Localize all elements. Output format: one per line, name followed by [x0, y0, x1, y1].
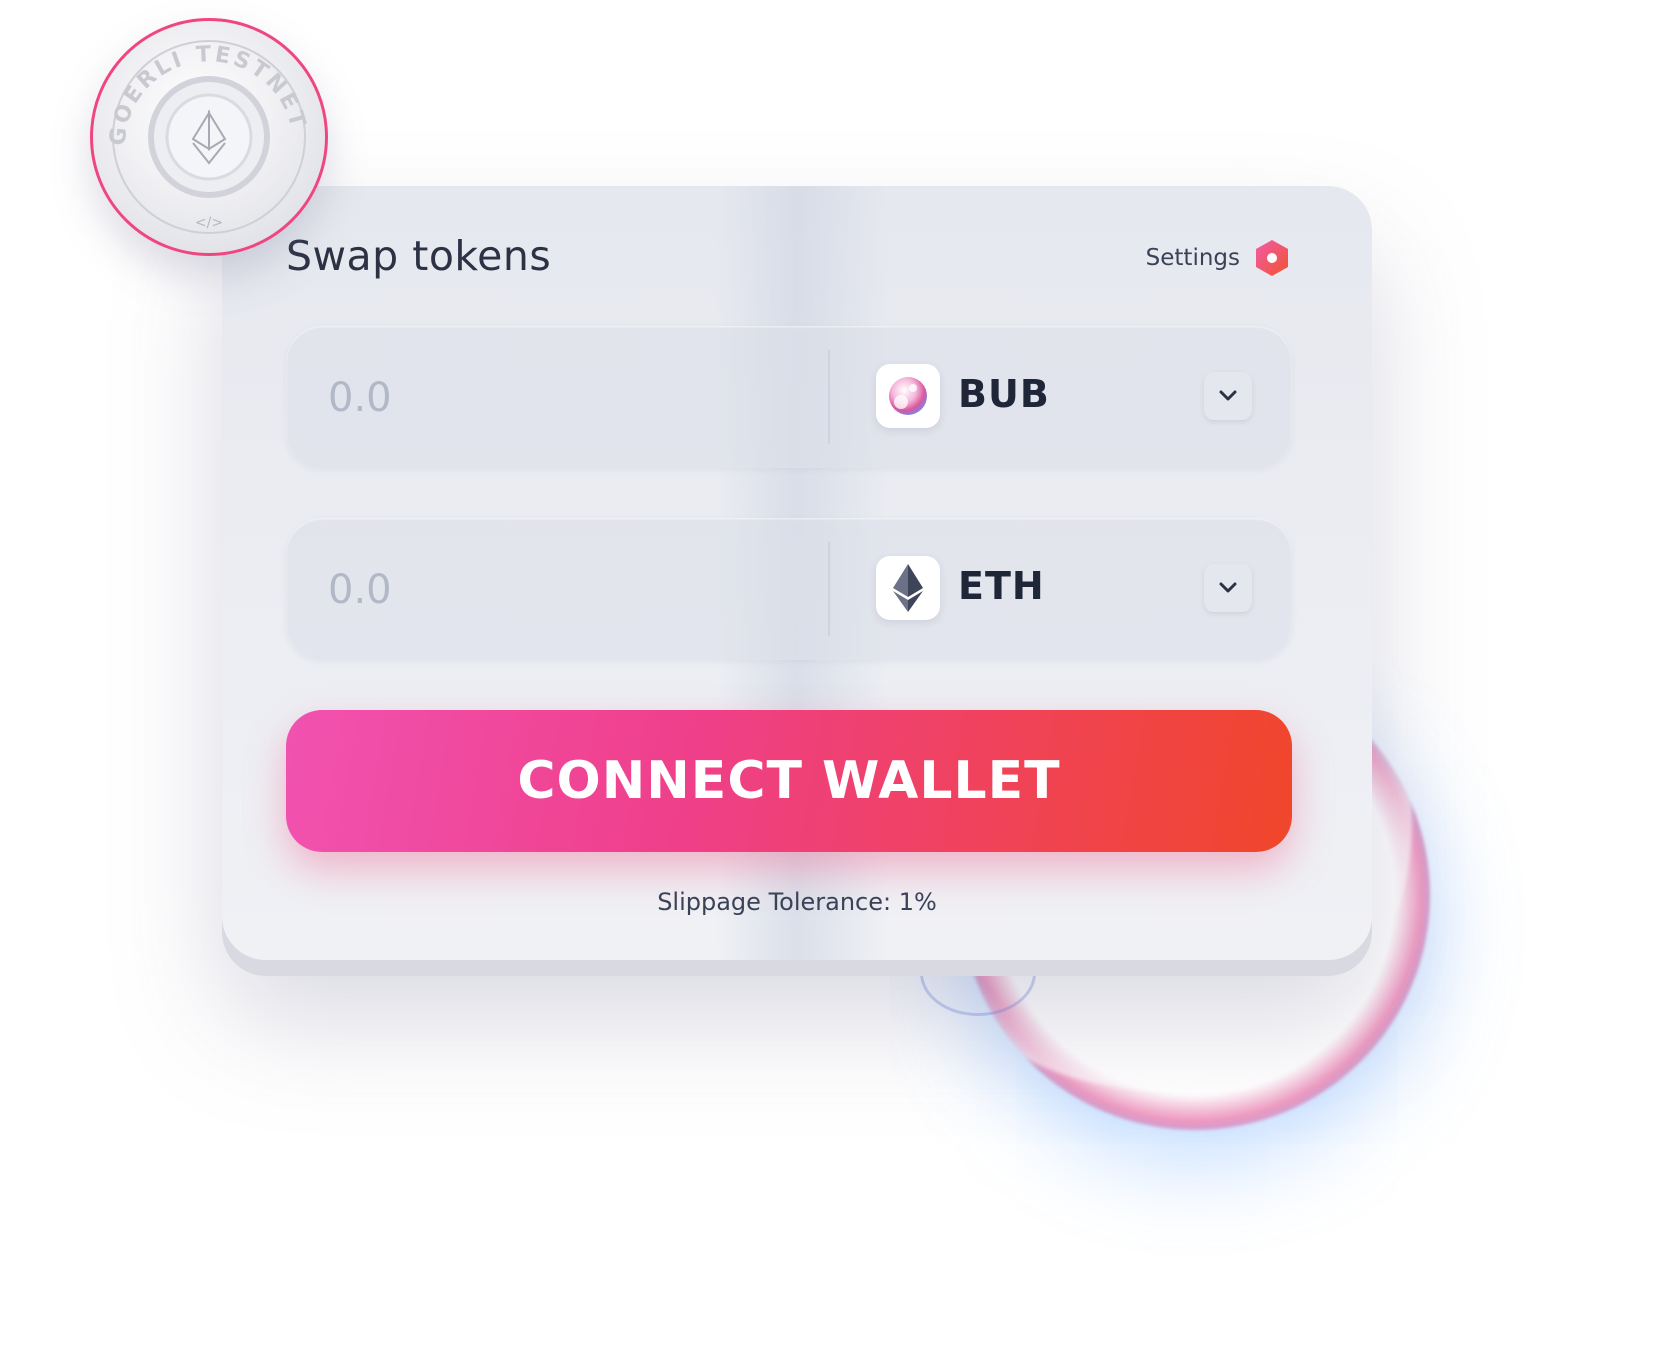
ethereum-icon — [876, 556, 940, 620]
to-amount-input[interactable] — [326, 554, 790, 626]
chevron-down-icon — [1219, 582, 1237, 593]
bub-bubble-icon — [876, 364, 940, 428]
settings-button[interactable]: Settings — [1146, 238, 1290, 278]
connect-wallet-button[interactable]: CONNECT WALLET — [286, 710, 1292, 852]
badge-code-glyph: </> — [195, 215, 223, 231]
from-amount-input[interactable] — [326, 362, 790, 434]
row-divider — [828, 350, 830, 444]
goerli-testnet-badge: GOERLI TESTNET </> — [90, 18, 328, 256]
card-title: Swap tokens — [286, 232, 552, 280]
to-token-row: ETH — [286, 518, 1292, 660]
settings-label: Settings — [1145, 245, 1240, 271]
stage: Swap tokens Settings 0.0 BUB 0.0 ETH CON… — [0, 0, 1664, 1362]
testnet-coin-icon: GOERLI TESTNET </> — [105, 40, 308, 234]
swap-card: Swap tokens Settings 0.0 BUB 0.0 ETH CON… — [222, 186, 1372, 960]
to-token-select[interactable]: ETH — [876, 556, 1252, 622]
chevron-down-icon — [1219, 390, 1237, 401]
row-divider — [828, 542, 830, 636]
slippage-tolerance-text: Slippage Tolerance: 1% — [657, 888, 937, 916]
from-token-select[interactable]: BUB — [876, 364, 1252, 430]
from-token-symbol: BUB — [958, 372, 1050, 416]
to-token-symbol: ETH — [958, 564, 1045, 608]
from-token-row: BUB — [286, 326, 1292, 468]
settings-hexagon-icon — [1256, 240, 1288, 276]
to-token-dropdown[interactable] — [1204, 564, 1252, 612]
from-token-dropdown[interactable] — [1204, 372, 1252, 420]
